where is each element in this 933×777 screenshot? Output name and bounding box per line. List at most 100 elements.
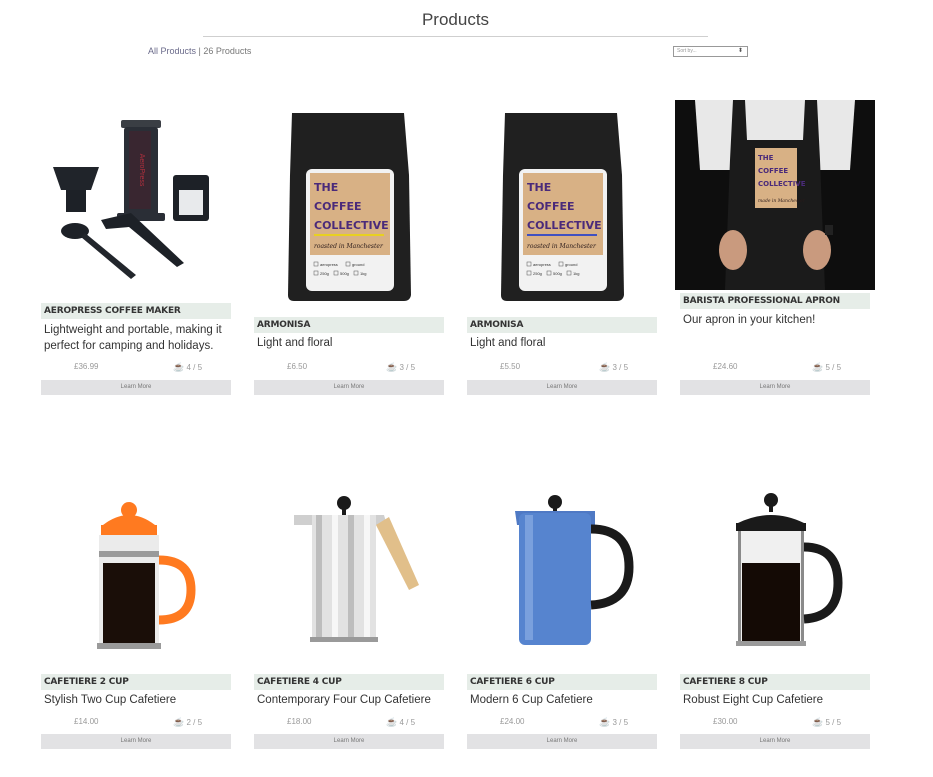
coffee-bag-image: THE COFFEE COLLECTIVE roasted in Manches… — [501, 113, 624, 301]
bag-label-line3: COLLECTIVE — [314, 219, 389, 232]
product-image-cafetiere[interactable] — [41, 485, 231, 665]
title-divider — [203, 36, 708, 37]
cafetiere-8cup-image — [736, 493, 843, 646]
bag-label-tagline: roasted in Manchester — [314, 243, 384, 250]
rating-value: 4 / 5 — [186, 363, 203, 372]
breadcrumb: All Products | 26 Products — [148, 46, 251, 56]
product-price: £18.00 — [287, 717, 312, 726]
coffee-cup-icon: ☕ — [599, 717, 611, 727]
cafetiere-6cup-image — [515, 495, 634, 645]
coffee-cup-icon: ☕ — [173, 362, 185, 372]
product-rating: ☕ 5 / 5 — [812, 362, 841, 373]
coffee-cup-icon: ☕ — [386, 362, 398, 372]
bag-label-line1: THE — [527, 181, 551, 194]
sort-select[interactable]: Sort by... ⬍ — [673, 46, 748, 57]
product-price: £24.60 — [713, 362, 738, 371]
bag-label-opt5: 1kg — [573, 271, 579, 276]
learn-more-button[interactable]: Learn More — [467, 380, 657, 395]
product-image-coffee-bag[interactable]: THE COFFEE COLLECTIVE roasted in Manches… — [254, 95, 444, 315]
product-description: Modern 6 Cup Cafetiere — [470, 694, 593, 706]
apron-label-line1: THE — [758, 154, 774, 162]
bag-label-line3: COLLECTIVE — [527, 219, 602, 232]
cafetiere-2cup-image — [97, 502, 196, 649]
learn-more-button[interactable]: Learn More — [680, 380, 870, 395]
bag-label-opt3: 250g — [533, 271, 542, 276]
product-price: £6.50 — [287, 362, 308, 371]
product-image-aeropress[interactable]: AeroPress — [41, 95, 231, 295]
rating-value: 4 / 5 — [399, 718, 416, 727]
rating-value: 5 / 5 — [825, 718, 842, 727]
product-image-apron[interactable]: THE COFFEE COLLECTIVE made in Manchester — [675, 100, 875, 290]
product-rating: ☕ 2 / 5 — [173, 717, 202, 728]
apron-label-tagline: made in Manchester — [758, 198, 806, 204]
product-image-cafetiere[interactable] — [680, 485, 870, 665]
rating-value: 3 / 5 — [612, 718, 629, 727]
apron-image: THE COFFEE COLLECTIVE made in Manchester — [675, 100, 875, 290]
breadcrumb-separator: | — [198, 46, 201, 56]
product-name[interactable]: Cafetiere 4 cup — [254, 674, 444, 690]
product-rating: ☕ 3 / 5 — [599, 717, 628, 728]
product-name[interactable]: Armonisa — [254, 317, 444, 333]
learn-more-button[interactable]: Learn More — [680, 734, 870, 749]
product-description: Lightweight and portable, making it perf… — [44, 324, 222, 352]
coffee-cup-icon: ☕ — [812, 362, 824, 372]
coffee-cup-icon: ☕ — [386, 717, 398, 727]
bag-label-line2: COFFEE — [314, 200, 361, 213]
product-description: Light and floral — [470, 337, 546, 349]
bag-label-line1: THE — [314, 181, 338, 194]
product-image-cafetiere[interactable] — [467, 485, 657, 665]
rating-value: 3 / 5 — [399, 363, 416, 372]
learn-more-button[interactable]: Learn More — [254, 734, 444, 749]
bag-label-opt4: 500g — [340, 271, 349, 276]
product-name[interactable]: Aeropress Coffee Maker — [41, 303, 231, 319]
aeropress-brand: AeroPress — [138, 154, 145, 187]
product-price: £30.00 — [713, 717, 738, 726]
bag-label-line2: COFFEE — [527, 200, 574, 213]
rating-value: 5 / 5 — [825, 363, 842, 372]
product-name[interactable]: Cafetiere 8 cup — [680, 674, 870, 690]
product-name[interactable]: Armonisa — [467, 317, 657, 333]
product-image-coffee-bag[interactable]: THE COFFEE COLLECTIVE roasted in Manches… — [467, 95, 657, 315]
coffee-cup-icon: ☕ — [173, 717, 185, 727]
product-price: £14.00 — [74, 717, 99, 726]
all-products-link[interactable]: All Products — [148, 46, 196, 56]
bag-label-opt1: aeropress — [533, 262, 551, 267]
bag-label-opt2: ground — [565, 262, 577, 267]
product-rating: ☕ 5 / 5 — [812, 717, 841, 728]
product-price: £36.99 — [74, 362, 99, 371]
chevron-updown-icon: ⬍ — [737, 48, 743, 54]
bag-label-opt4: 500g — [553, 271, 562, 276]
coffee-cup-icon: ☕ — [599, 362, 611, 372]
apron-label-line2: COFFEE — [758, 167, 788, 175]
product-price: £5.50 — [500, 362, 521, 371]
product-image-cafetiere[interactable] — [254, 485, 444, 665]
apron-label-line3: COLLECTIVE — [758, 180, 806, 188]
learn-more-button[interactable]: Learn More — [41, 734, 231, 749]
rating-value: 2 / 5 — [186, 718, 203, 727]
product-rating: ☕ 3 / 5 — [599, 362, 628, 373]
product-name[interactable]: Barista Professional Apron — [680, 293, 870, 309]
product-description: Light and floral — [257, 337, 333, 349]
bag-label-opt3: 250g — [320, 271, 329, 276]
product-name[interactable]: Cafetiere 6 cup — [467, 674, 657, 690]
rating-value: 3 / 5 — [612, 363, 629, 372]
coffee-cup-icon: ☕ — [812, 717, 824, 727]
coffee-bag-image: THE COFFEE COLLECTIVE roasted in Manches… — [288, 113, 411, 301]
product-description: Contemporary Four Cup Cafetiere — [257, 694, 431, 706]
bag-label-opt5: 1kg — [360, 271, 366, 276]
cafetiere-4cup-image — [294, 496, 419, 642]
learn-more-button[interactable]: Learn More — [41, 380, 231, 395]
product-rating: ☕ 4 / 5 — [173, 362, 202, 373]
product-name[interactable]: Cafetiere 2 cup — [41, 674, 231, 690]
bag-label-opt1: aeropress — [320, 262, 338, 267]
sort-placeholder: Sort by... — [677, 48, 697, 54]
page-title: Products — [421, 10, 490, 29]
product-rating: ☕ 4 / 5 — [386, 717, 415, 728]
aeropress-image: AeroPress — [53, 120, 209, 279]
learn-more-button[interactable]: Learn More — [254, 380, 444, 395]
bag-label-opt2: ground — [352, 262, 364, 267]
product-description: Robust Eight Cup Cafetiere — [683, 694, 823, 706]
product-description: Our apron in your kitchen! — [683, 314, 816, 326]
learn-more-button[interactable]: Learn More — [467, 734, 657, 749]
product-price: £24.00 — [500, 717, 525, 726]
